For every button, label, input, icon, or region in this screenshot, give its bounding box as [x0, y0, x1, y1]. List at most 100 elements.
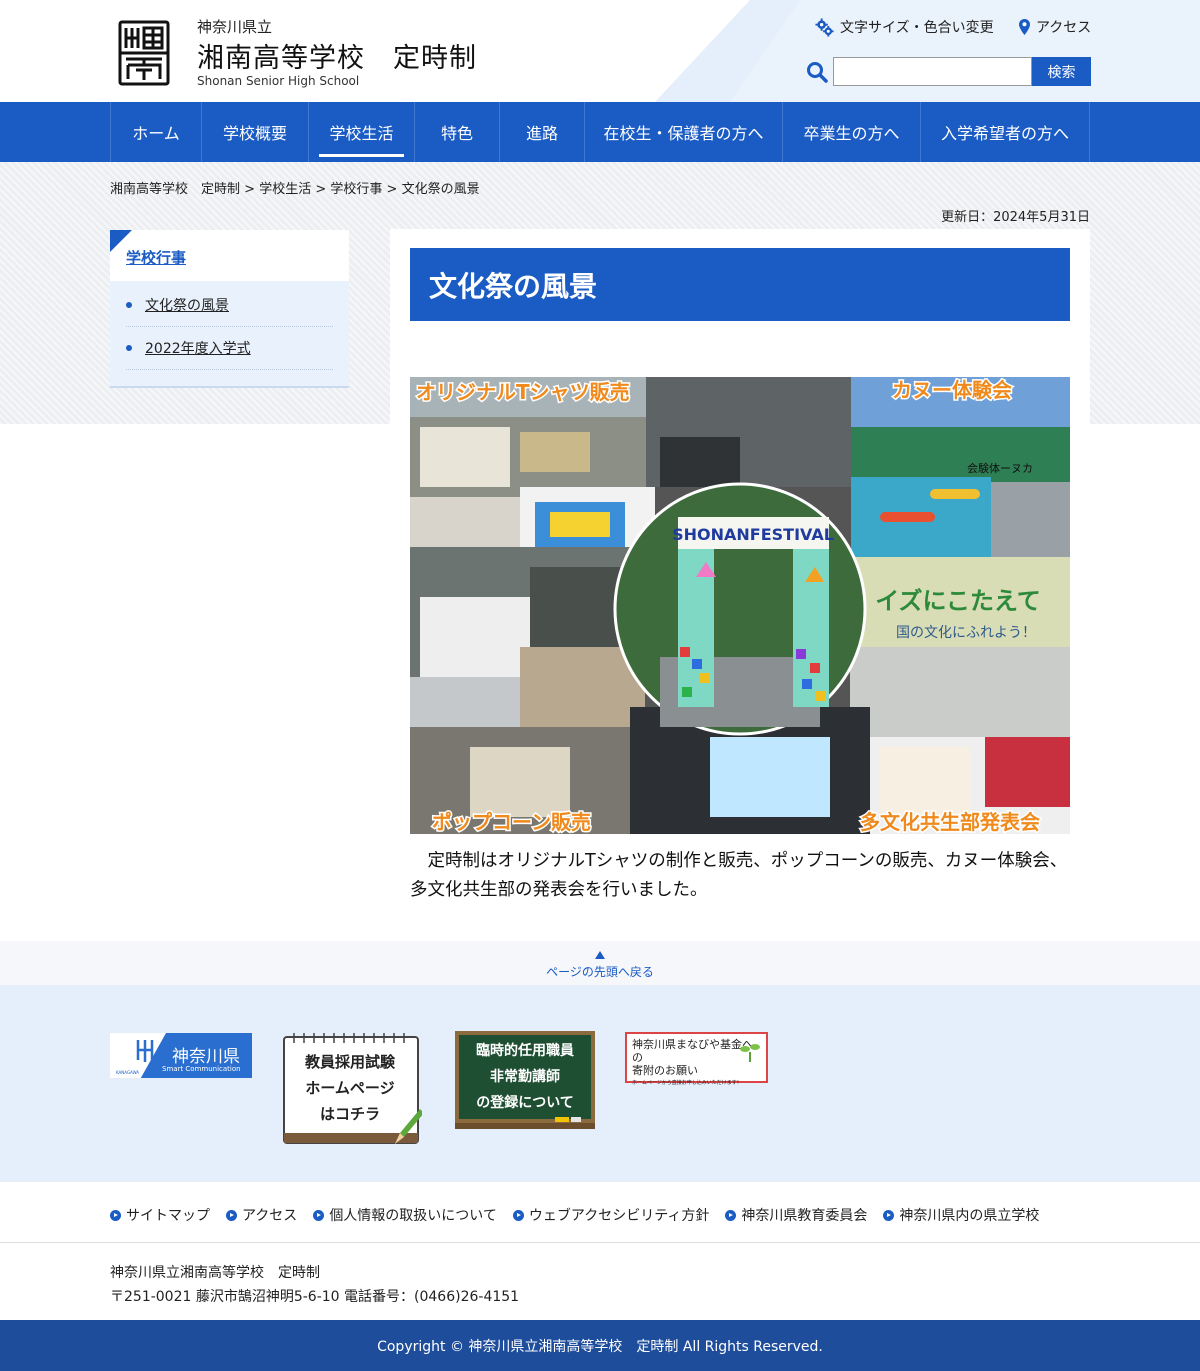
festival-sign-text: SHONANFESTIVAL	[672, 525, 834, 544]
arrow-right-icon	[110, 1209, 121, 1221]
updated-date: 更新日：2024年5月31日	[941, 210, 1090, 225]
nav-item-features[interactable]: 特色	[415, 102, 500, 162]
arrow-right-icon	[313, 1209, 325, 1221]
footer-divider	[0, 1242, 1200, 1243]
sprout-icon	[740, 1044, 760, 1062]
arrow-right-icon	[512, 1209, 524, 1221]
global-nav-list: ホーム 学校概要 学校生活 特色 進路 在校生・保護者の方へ 卒業生の方へ 入学…	[110, 102, 1090, 162]
gear-icon	[815, 17, 834, 37]
nav-item-career[interactable]: 進路	[500, 102, 585, 162]
nav-item-students-parents[interactable]: 在校生・保護者の方へ	[585, 102, 783, 162]
footer-link-label: 神奈川県内の県立学校	[899, 1208, 1040, 1224]
nav-item-label: ホーム	[132, 124, 180, 143]
nav-item-home[interactable]: ホーム	[111, 102, 202, 162]
page-title: 文化祭の風景	[410, 248, 1070, 321]
teacher-banner-line2: ホームページ	[305, 1079, 394, 1097]
side-nav-item-festival[interactable]: 文化祭の風景	[126, 284, 333, 327]
footer-link-sitemap[interactable]: サイトマップ	[110, 1205, 210, 1225]
search-button[interactable]: 検索	[1032, 57, 1091, 86]
side-nav-item-label: 2022年度入学式	[145, 341, 251, 357]
fund-banner-line3: ホームページから直接お申し込みいただけます！	[632, 1080, 742, 1086]
side-nav-header: 学校行事	[110, 230, 349, 281]
footer-link-label: アクセス	[242, 1208, 298, 1224]
quiz-sign-subtext: 国の文化にふれよう！	[896, 625, 1036, 641]
kanagawa-pref-banner[interactable]: KANAGAWA 神奈川県 Smart Communication	[110, 1033, 252, 1078]
search-icon	[807, 62, 828, 83]
school-logo-icon[interactable]	[118, 20, 170, 86]
nav-item-label: 入学希望者の方へ	[940, 124, 1069, 143]
nav-item-applicants[interactable]: 入学希望者の方へ	[921, 102, 1090, 162]
teacher-banner-line1: 教員採用試験	[304, 1053, 396, 1071]
temporary-staff-banner[interactable]: 臨時的任用職員 非常勤講師 の登録について	[455, 1031, 595, 1131]
bullet-icon	[126, 302, 132, 308]
footer-link-label: 個人情報の取扱いについて	[329, 1208, 497, 1224]
footer-link-access[interactable]: アクセス	[226, 1205, 297, 1225]
breadcrumb-school-life[interactable]: 学校生活	[259, 182, 311, 197]
canoe-banner-text: 会験体ーヌカ	[967, 461, 1033, 475]
kanagawa-emblem-icon	[136, 1040, 154, 1062]
banner-area: KANAGAWA 神奈川県 Smart Communication 教員採用試験…	[0, 985, 1200, 1182]
footer-link-accessibility[interactable]: ウェブアクセシビリティ方針	[512, 1205, 710, 1225]
nav-item-label: 特色	[440, 124, 473, 143]
side-nav-item-label: 文化祭の風景	[145, 298, 229, 314]
global-nav: ホーム 学校概要 学校生活 特色 進路 在校生・保護者の方へ 卒業生の方へ 入学…	[0, 102, 1200, 162]
collage-label-canoe: カヌー体験会	[892, 378, 1012, 402]
manabiya-fund-banner[interactable]: 神奈川県まなびや基金への 寄附のお願い ホームページから直接お申し込みいただけま…	[625, 1032, 768, 1086]
nav-item-label: 卒業生の方へ	[803, 124, 900, 143]
school-name[interactable]: 湘南高等学校 定時制	[197, 36, 477, 75]
footer-link-label: サイトマップ	[126, 1208, 210, 1224]
footer-link-board-of-education[interactable]: 神奈川県教育委員会	[725, 1205, 867, 1225]
arrow-up-icon	[595, 951, 605, 959]
arrow-right-icon	[226, 1209, 237, 1221]
breadcrumb-school-events[interactable]: 学校行事	[330, 182, 382, 197]
footer-address: 〒251-0021 藤沢市鵠沼神明5-6-10 電話番号：(0466)26-41…	[110, 1289, 520, 1305]
breadcrumb-current: 文化祭の風景	[401, 182, 480, 197]
nav-item-label: 学校概要	[222, 124, 287, 143]
board-banner-line2: 非常勤講師	[490, 1068, 560, 1085]
font-size-color-label: 文字サイズ・色合い変更	[840, 20, 994, 36]
collage-label-tshirt: オリジナルTシャツ販売	[416, 380, 630, 404]
footer-link-label: ウェブアクセシビリティ方針	[528, 1208, 710, 1224]
nav-item-label: 学校生活	[329, 124, 394, 143]
access-link[interactable]: アクセス	[1019, 17, 1091, 37]
breadcrumb: 湘南高等学校 定時制 > 学校生活 > 学校行事 > 文化祭の風景	[110, 178, 480, 197]
banner-label: 神奈川県	[172, 1047, 240, 1067]
footer-link-prefectural-schools[interactable]: 神奈川県内の県立学校	[883, 1205, 1039, 1225]
copyright: Copyright © 神奈川県立湘南高等学校 定時制 All Rights R…	[0, 1320, 1200, 1371]
breadcrumb-separator: >	[311, 182, 331, 197]
site-header: 神奈川県立 湘南高等学校 定時制 Shonan Senior High Scho…	[0, 0, 1200, 102]
search-input[interactable]	[833, 57, 1032, 86]
nav-item-about[interactable]: 学校概要	[202, 102, 309, 162]
access-label: アクセス	[1036, 20, 1092, 36]
nav-item-graduates[interactable]: 卒業生の方へ	[783, 102, 921, 162]
board-banner-line3: の登録について	[476, 1094, 574, 1111]
font-size-color-link[interactable]: 文字サイズ・色合い変更	[815, 17, 994, 37]
header-decoration-light	[730, 0, 1200, 102]
banner-sublabel: Smart Communication	[162, 1065, 241, 1073]
page-top-link[interactable]: ページの先頭へ戻る	[0, 941, 1200, 985]
footer-school-name: 神奈川県立湘南高等学校 定時制	[110, 1265, 320, 1281]
arrow-right-icon	[883, 1209, 895, 1221]
breadcrumb-home[interactable]: 湘南高等学校 定時制	[110, 182, 240, 197]
prefecture-label: 神奈川県立	[197, 18, 273, 36]
map-pin-icon	[1019, 19, 1030, 35]
nav-item-school-life[interactable]: 学校生活	[309, 102, 415, 162]
arrow-right-icon	[725, 1209, 737, 1221]
banner-tiny-label: KANAGAWA	[116, 1070, 140, 1075]
breadcrumb-separator: >	[382, 182, 402, 197]
collage-label-popcorn: ポップコーン販売	[432, 810, 591, 834]
breadcrumb-separator: >	[240, 182, 260, 197]
quiz-sign-text: イズにこたえて	[875, 587, 1041, 615]
nav-item-label: 在校生・保護者の方へ	[603, 124, 764, 143]
board-banner-line1: 臨時的任用職員	[476, 1042, 574, 1059]
footer-links: サイトマップ アクセス 個人情報の取扱いについて ウェブアクセシビリティ方針 神…	[110, 1205, 1039, 1225]
page-top-label: ページの先頭へ戻る	[546, 965, 654, 979]
collage-label-multicultural: 多文化共生部発表会	[860, 810, 1040, 834]
festival-photo-collage: SHONANFESTIVAL イズにこたえて 国の文化にふれよう！ 会験体ーヌカ…	[410, 377, 1070, 834]
teacher-banner-line3: はコチラ	[320, 1105, 380, 1123]
teacher-recruitment-banner[interactable]: 教員採用試験 ホームページ はコチラ	[282, 1031, 422, 1146]
side-nav-item-entrance[interactable]: 2022年度入学式	[126, 327, 333, 370]
footer-link-privacy[interactable]: 個人情報の取扱いについて	[313, 1205, 497, 1225]
side-nav: 学校行事 文化祭の風景 2022年度入学式	[110, 230, 349, 388]
side-nav-title[interactable]: 学校行事	[126, 247, 186, 268]
